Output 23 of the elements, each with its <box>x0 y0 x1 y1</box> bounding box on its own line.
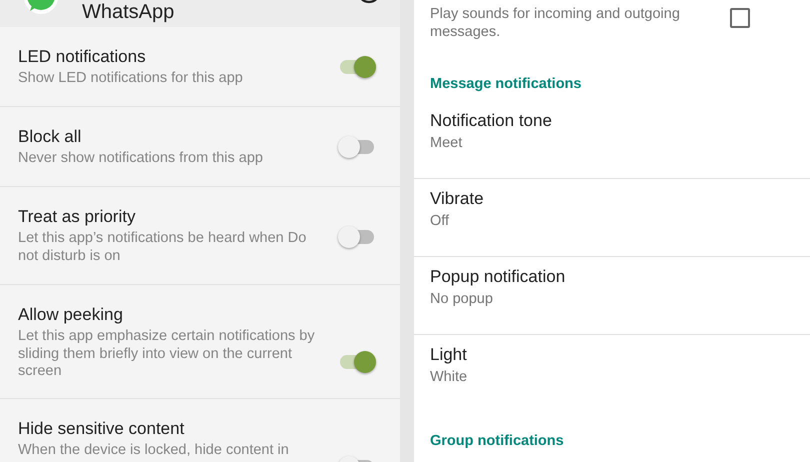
setting-item[interactable]: Popup notification No popup <box>414 257 810 335</box>
setting-title: LED notifications <box>18 46 147 68</box>
setting-title: Block all <box>18 126 82 148</box>
setting-title: Hide sensitive content <box>18 418 186 440</box>
toggle-switch[interactable] <box>338 134 376 158</box>
setting-description: Never show notifications from this app <box>18 150 264 168</box>
toggle-switch[interactable] <box>338 224 376 248</box>
setting-description: Let this app’s notifications be heard when Do not disturb is on <box>18 230 308 266</box>
toggle-switch[interactable] <box>338 54 376 78</box>
app-name: WhatsApp <box>82 1 176 23</box>
section-header: Group notifications <box>429 432 565 450</box>
setting-title: Allow peeking <box>18 304 124 326</box>
setting-description: Play sounds for incoming and outgoing messages. <box>430 5 681 41</box>
setting-description: Show LED notifications for this app <box>18 70 244 88</box>
section-header: Message notifications <box>429 75 582 93</box>
setting-item[interactable]: Light White <box>414 335 810 412</box>
setting-item[interactable]: Notification tone Meet <box>414 101 810 179</box>
toggle-switch[interactable] <box>338 349 376 373</box>
setting-title: Treat as priority <box>18 206 136 228</box>
setting-description: When the device is locked, hide content in <box>18 442 290 460</box>
setting-description: Let this app emphasize certain notifications by sliding them briefly into view on the current screen <box>18 328 316 381</box>
checkbox[interactable] <box>730 8 750 28</box>
setting-item[interactable]: Vibrate Off <box>414 179 810 257</box>
